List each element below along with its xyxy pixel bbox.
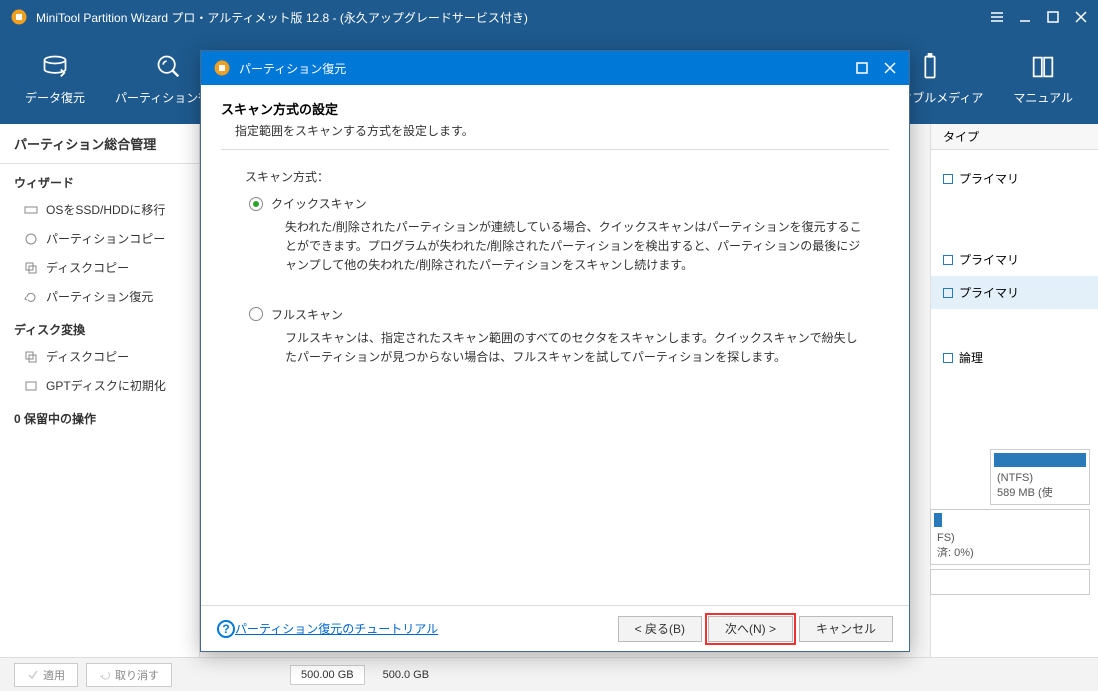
undo-icon — [99, 669, 111, 681]
disk-preview-bar[interactable] — [930, 569, 1090, 595]
sidebar-item-migrate-os[interactable]: OSをSSD/HDDに移行 — [0, 195, 199, 224]
disk-preview-bar[interactable]: FS)済: 0%) — [930, 509, 1090, 565]
dialog-heading: スキャン方式の設定 — [221, 99, 889, 118]
radio-icon — [249, 197, 263, 211]
dialog-close-icon[interactable] — [883, 61, 897, 75]
minimize-icon[interactable] — [1018, 10, 1032, 24]
sidebar-tab[interactable]: パーティション総合管理 — [0, 124, 199, 164]
apply-button[interactable]: 適用 — [14, 663, 78, 687]
tutorial-link[interactable]: パーティション復元のチュートリアル — [235, 620, 438, 637]
disk-copy-icon — [24, 261, 38, 275]
disk-preview-bar[interactable]: (NTFS)589 MB (使 — [990, 449, 1090, 505]
type-row[interactable]: 論理 — [931, 341, 1098, 374]
disk-size-cell: 500.00 GB — [290, 665, 365, 685]
dialog-maximize-icon[interactable] — [855, 61, 869, 75]
quick-scan-description: 失われた/削除されたパーティションが連続している場合、クイックスキャンはパーティ… — [285, 218, 865, 276]
manual-button[interactable]: マニュアル — [998, 39, 1088, 119]
data-recovery-button[interactable]: データ復元 — [10, 39, 100, 119]
quick-scan-radio[interactable]: クイックスキャン — [249, 195, 869, 212]
sidebar-item-gpt-init[interactable]: GPTディスクに初期化 — [0, 371, 199, 400]
usb-icon — [916, 53, 944, 81]
sidebar-section-wizard: ウィザード — [0, 164, 199, 195]
sidebar-section-convert: ディスク変換 — [0, 311, 199, 342]
cancel-button[interactable]: キャンセル — [799, 616, 893, 642]
square-icon — [943, 255, 953, 265]
quick-scan-label: クイックスキャン — [271, 195, 367, 212]
data-recovery-label: データ復元 — [25, 89, 85, 106]
help-icon: ? — [217, 620, 235, 638]
menu-icon[interactable] — [990, 10, 1004, 24]
dialog-icon — [213, 59, 231, 77]
full-scan-label: フルスキャン — [271, 306, 343, 323]
divider — [221, 149, 889, 150]
type-column-header[interactable]: タイプ — [931, 124, 1098, 150]
window-title: MiniTool Partition Wizard プロ・アルティメット版 12… — [36, 9, 990, 26]
manual-label: マニュアル — [1013, 89, 1073, 106]
sidebar-item-disk-copy[interactable]: ディスクコピー — [0, 253, 199, 282]
dialog-title: パーティション復元 — [239, 60, 855, 77]
sidebar-item-partition-recovery[interactable]: パーティション復元 — [0, 282, 199, 311]
partition-copy-icon — [24, 232, 38, 246]
partition-recovery-dialog: パーティション復元 スキャン方式の設定 指定範囲をスキャンする方式を設定します。… — [200, 50, 910, 652]
recovery-icon — [24, 290, 38, 304]
square-icon — [943, 353, 953, 363]
close-icon[interactable] — [1074, 10, 1088, 24]
type-row[interactable]: プライマリ — [931, 276, 1098, 309]
maximize-icon[interactable] — [1046, 10, 1060, 24]
square-icon — [943, 288, 953, 298]
back-button[interactable]: < 戻る(B) — [618, 616, 702, 642]
sidebar-item-disk-copy2[interactable]: ディスクコピー — [0, 342, 199, 371]
type-row[interactable]: プライマリ — [931, 243, 1098, 276]
sidebar-item-partition-copy[interactable]: パーティションコピー — [0, 224, 199, 253]
undo-button[interactable]: 取り消す — [86, 663, 172, 687]
full-scan-description: フルスキャンは、指定されたスキャン範囲のすべてのセクタをスキャンします。クイック… — [285, 329, 865, 367]
check-icon — [27, 669, 39, 681]
dialog-subheading: 指定範囲をスキャンする方式を設定します。 — [235, 122, 889, 139]
radio-icon — [249, 307, 263, 321]
type-row[interactable]: プライマリ — [931, 162, 1098, 195]
app-icon — [10, 8, 28, 26]
next-button[interactable]: 次へ(N) > — [708, 616, 793, 642]
square-icon — [943, 174, 953, 184]
migrate-icon — [24, 203, 38, 217]
data-recovery-icon — [41, 53, 69, 81]
gpt-icon — [24, 379, 38, 393]
book-icon — [1029, 53, 1057, 81]
pending-operations: 0 保留中の操作 — [0, 400, 199, 431]
disk-size-label: 500.0 GB — [373, 666, 439, 684]
disk-copy-icon — [24, 350, 38, 364]
partition-recovery-icon — [155, 53, 183, 81]
scan-method-legend: スキャン方式： — [241, 168, 869, 185]
full-scan-radio[interactable]: フルスキャン — [249, 306, 869, 323]
